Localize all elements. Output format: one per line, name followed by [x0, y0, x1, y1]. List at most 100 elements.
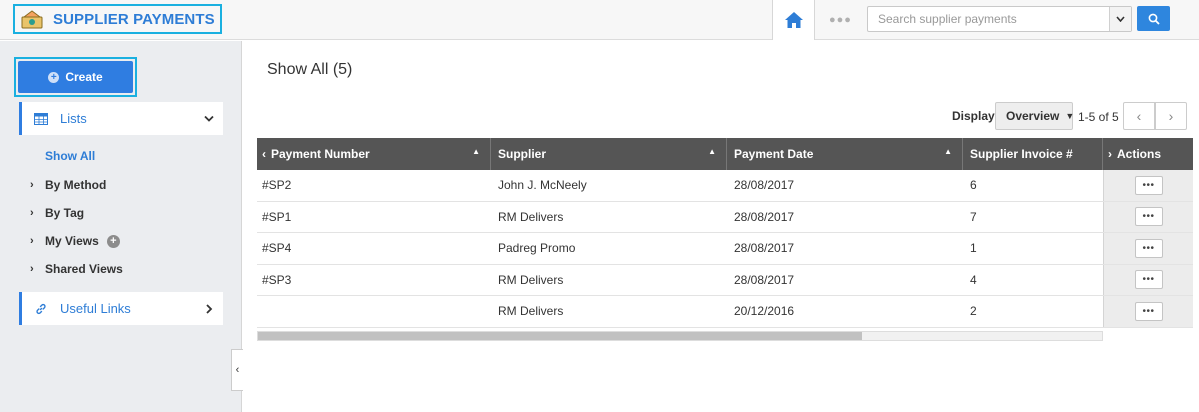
chevron-right-icon: ›: [30, 235, 34, 247]
home-icon: [784, 12, 803, 28]
column-header-payment-date[interactable]: Payment Date ▲: [727, 138, 963, 170]
next-page-button[interactable]: ›: [1155, 102, 1187, 130]
app-title-box[interactable]: SUPPLIER PAYMENTS: [13, 4, 222, 34]
chevron-right-icon: ›: [1108, 147, 1112, 161]
sidebar-item-by-tag[interactable]: › By Tag: [30, 206, 84, 220]
actions-cell: •••: [1103, 296, 1193, 327]
scrollbar-thumb[interactable]: [258, 332, 862, 340]
payment-number-cell: #SP1: [262, 209, 292, 224]
lists-panel-header[interactable]: Lists: [19, 102, 223, 135]
invoice-cell: 4: [970, 272, 977, 287]
actions-cell: •••: [1103, 264, 1193, 295]
sidebar-item-label: Show All: [45, 149, 96, 163]
invoice-cell: 7: [970, 209, 977, 224]
table-row[interactable]: #SP2 John J. McNeely 28/08/2017 6 •••: [257, 170, 1193, 202]
payment-number-cell: #SP4: [262, 241, 292, 256]
link-icon: [36, 303, 46, 314]
app-title: SUPPLIER PAYMENTS: [53, 10, 215, 28]
row-actions-button[interactable]: •••: [1134, 270, 1163, 290]
search-input[interactable]: [868, 7, 1108, 31]
display-select-value: Overview: [1006, 109, 1060, 123]
payments-table: ‹ Payment Number ▲ Supplier ▲ Payment Da…: [257, 138, 1193, 328]
top-bar: SUPPLIER PAYMENTS ●●●: [0, 0, 1199, 40]
sidebar-item-label: My Views: [45, 234, 99, 248]
create-button-label: Create: [65, 70, 103, 84]
column-header-label: Payment Date: [734, 147, 814, 161]
actions-cell: •••: [1103, 233, 1193, 264]
chevron-right-icon: ›: [30, 207, 34, 219]
table-row[interactable]: RM Delivers 20/12/2016 2 •••: [257, 296, 1193, 328]
row-actions-button[interactable]: •••: [1134, 301, 1163, 321]
display-label: Display: [952, 109, 995, 123]
display-select[interactable]: Overview ▼: [995, 102, 1075, 130]
sort-asc-icon: ▲: [708, 147, 716, 156]
sidebar-item-label: Shared Views: [45, 262, 123, 276]
sort-asc-icon: ▲: [472, 147, 480, 156]
caret-down-icon: ▼: [1065, 111, 1075, 121]
horizontal-scrollbar[interactable]: [257, 331, 1103, 341]
chevron-right-icon: [206, 303, 213, 314]
add-view-icon[interactable]: +: [106, 234, 120, 248]
sidebar-item-label: By Tag: [45, 206, 85, 220]
payment-date-cell: 28/08/2017: [734, 209, 795, 224]
column-header-label: Supplier Invoice #: [970, 147, 1073, 161]
chevron-left-icon: ‹: [1136, 108, 1142, 124]
row-actions-button[interactable]: •••: [1134, 207, 1163, 227]
payment-date-cell: 28/08/2017: [734, 272, 795, 287]
chevron-left-icon: ‹: [235, 364, 240, 376]
collapse-sidebar-button[interactable]: ‹: [231, 349, 243, 391]
more-options-icon[interactable]: ●●●: [829, 14, 852, 26]
sidebar-item-my-views[interactable]: › My Views +: [30, 234, 120, 248]
sidebar-item-shared-views[interactable]: › Shared Views: [30, 262, 123, 276]
supplier-cell: RM Delivers: [498, 209, 564, 224]
column-header-actions[interactable]: › Actions: [1103, 138, 1193, 170]
useful-links-label: Useful Links: [60, 301, 131, 316]
chevron-down-icon: [204, 115, 214, 122]
chevron-right-icon: ›: [1168, 108, 1174, 124]
plus-circle-icon: +: [48, 71, 60, 83]
pagination-range: 1-5 of 5: [1078, 110, 1119, 124]
create-button[interactable]: + Create: [18, 61, 133, 93]
column-header-supplier-invoice[interactable]: Supplier Invoice #: [963, 138, 1103, 170]
payment-number-cell: #SP2: [262, 178, 292, 193]
supplier-cell: RM Delivers: [498, 272, 564, 287]
create-button-highlight: + Create: [14, 57, 137, 97]
table-header: ‹ Payment Number ▲ Supplier ▲ Payment Da…: [257, 138, 1193, 170]
chevron-down-icon: [1116, 16, 1125, 22]
search-box: [867, 6, 1132, 32]
column-header-label: Supplier: [498, 147, 547, 161]
column-header-supplier[interactable]: Supplier ▲: [491, 138, 727, 170]
column-header-label: Payment Number: [271, 147, 370, 161]
useful-links-panel-header[interactable]: Useful Links: [19, 292, 223, 325]
sidebar-item-by-method[interactable]: › By Method: [30, 178, 106, 192]
chevron-right-icon: ›: [30, 179, 34, 191]
home-button[interactable]: [772, 0, 815, 40]
table-row[interactable]: #SP1 RM Delivers 28/08/2017 7 •••: [257, 201, 1193, 233]
table-row[interactable]: #SP4 Padreg Promo 28/08/2017 1 •••: [257, 233, 1193, 265]
sidebar-item-show-all[interactable]: Show All: [45, 149, 95, 163]
sidebar: + Create Lists Show All › By Method › By…: [0, 41, 242, 412]
payment-date-cell: 20/12/2016: [734, 304, 795, 319]
search-button[interactable]: [1137, 6, 1170, 31]
payment-date-cell: 28/08/2017: [734, 178, 795, 193]
payment-number-cell: #SP3: [262, 272, 292, 287]
supplier-cell: RM Delivers: [498, 304, 564, 319]
payment-date-cell: 28/08/2017: [734, 241, 795, 256]
previous-page-button[interactable]: ‹: [1123, 102, 1155, 130]
app-logo-icon: [21, 10, 43, 29]
supplier-cell: John J. McNeely: [498, 178, 587, 193]
table-list-icon: [34, 112, 48, 125]
page-title: Show All (5): [267, 61, 353, 78]
sort-asc-icon: ▲: [944, 147, 952, 156]
lists-label: Lists: [60, 111, 87, 126]
search-options-dropdown[interactable]: [1109, 7, 1131, 31]
chevron-left-icon: ‹: [262, 147, 266, 161]
sidebar-item-label: By Method: [45, 178, 107, 192]
row-actions-button[interactable]: •••: [1134, 175, 1163, 195]
column-header-label: Actions: [1117, 147, 1162, 161]
column-header-payment-number[interactable]: ‹ Payment Number ▲: [257, 138, 491, 170]
actions-cell: •••: [1103, 201, 1193, 232]
invoice-cell: 1: [970, 241, 977, 256]
table-row[interactable]: #SP3 RM Delivers 28/08/2017 4 •••: [257, 264, 1193, 296]
row-actions-button[interactable]: •••: [1134, 238, 1163, 258]
